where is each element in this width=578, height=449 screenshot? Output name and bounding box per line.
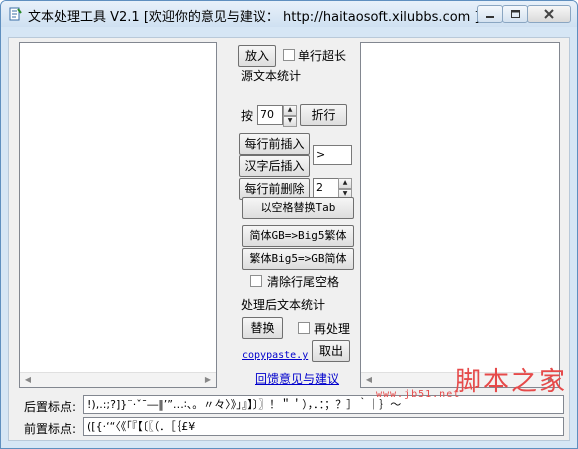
single-line-long-checkbox[interactable] <box>283 49 295 61</box>
maximize-button[interactable] <box>502 5 528 23</box>
spin-up-icon[interactable]: ▲ <box>338 178 352 189</box>
watermark-url: www.jb51.net <box>376 389 461 400</box>
hanzi-suffix-insert-button[interactable]: 汉字后插入 <box>239 155 310 177</box>
take-out-button[interactable]: 取出 <box>312 340 350 362</box>
scroll-left-icon[interactable]: ◀ <box>21 374 35 386</box>
prefix-insert-button[interactable]: 每行前插入 <box>239 133 310 155</box>
window-title: 文本处理工具 V2.1 [欢迎你的意见与建议： http://haitaosof… <box>28 10 480 25</box>
notepad-icon <box>9 7 22 21</box>
watermark-logo: 脚本之家 <box>454 367 567 397</box>
title-bar[interactable]: 文本处理工具 V2.1 [欢迎你的意见与建议： http://haitaosof… <box>1 1 577 27</box>
delete-count-input[interactable]: 2 <box>313 178 339 198</box>
pre-punct-input[interactable]: ([{·‘“〈《「『【〔〖（．［｛£¥ <box>83 417 564 436</box>
source-horizontal-scrollbar[interactable]: ◀ ▶ <box>20 372 216 387</box>
delete-count-spinner[interactable]: ▲ ▼ <box>338 178 352 200</box>
close-button[interactable] <box>527 5 571 23</box>
put-in-button[interactable]: 放入 <box>238 45 276 67</box>
replace-button[interactable]: 替换 <box>242 317 283 339</box>
source-text-area[interactable]: ◀ ▶ <box>19 42 217 388</box>
close-icon <box>544 9 554 19</box>
minimize-button[interactable] <box>477 5 503 23</box>
result-text-area[interactable]: ◀ ▶ <box>360 42 560 388</box>
scroll-left-icon[interactable]: ◀ <box>362 374 376 386</box>
wrap-button[interactable]: 折行 <box>300 104 347 126</box>
scroll-right-icon[interactable]: ▶ <box>201 374 215 386</box>
spin-down-icon[interactable]: ▼ <box>283 116 297 127</box>
copypaste-link[interactable]: copypaste.y <box>242 350 308 361</box>
single-line-long-label: 单行超长 <box>298 49 347 63</box>
post-punct-label: 后置标点: <box>24 400 77 414</box>
space-to-tab-button[interactable]: 以空格替换Tab <box>242 197 354 219</box>
reprocess-checkbox[interactable] <box>298 322 310 334</box>
pre-punct-label: 前置标点: <box>24 422 77 436</box>
processed-stats-label: 处理后文本统计 <box>241 298 326 312</box>
minimize-icon <box>486 16 494 18</box>
big5-to-gb-button[interactable]: 繁体Big5=>GB简体 <box>242 248 354 270</box>
insert-text-input[interactable]: > <box>313 145 352 165</box>
wrap-width-input[interactable]: 70 <box>257 105 283 125</box>
clear-trailing-checkbox[interactable] <box>250 275 262 287</box>
wrap-width-spinner[interactable]: ▲ ▼ <box>283 105 297 127</box>
gb-to-big5-button[interactable]: 简体GB=>Big5繁体 <box>242 225 354 247</box>
feedback-link[interactable]: 回馈意见与建议 <box>255 370 339 387</box>
app-window: 文本处理工具 V2.1 [欢迎你的意见与建议： http://haitaosof… <box>0 0 578 449</box>
reprocess-label: 再处理 <box>314 322 351 336</box>
spin-up-icon[interactable]: ▲ <box>283 105 297 116</box>
source-stats-label: 源文本统计 <box>241 69 302 83</box>
clear-trailing-label: 清除行尾空格 <box>267 275 340 289</box>
by-label: 按 <box>241 109 254 123</box>
maximize-icon <box>511 10 520 18</box>
